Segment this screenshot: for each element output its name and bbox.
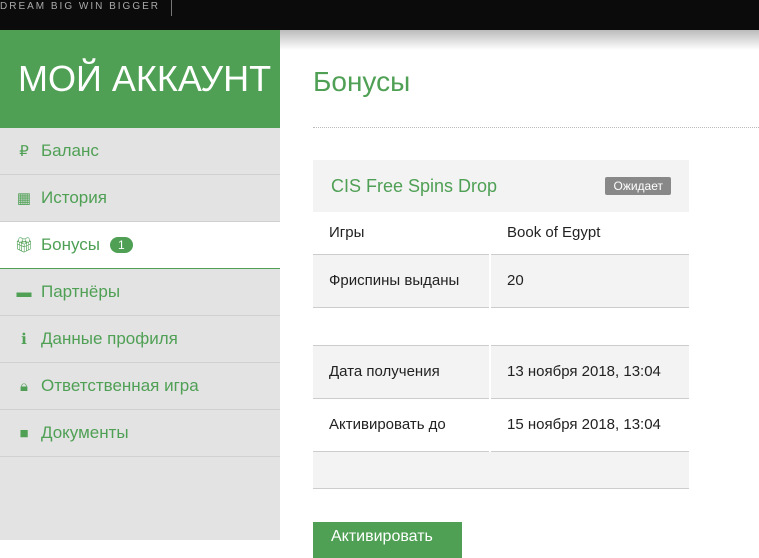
tagline: DREAM BIG WIN BIGGER [0,1,161,12]
row-label: Активировать до [313,398,491,452]
label: Ответственная игра [41,376,199,395]
folder-icon: ■ [19,424,29,442]
info-icon: ℹ [21,331,27,348]
briefcase-icon: ▬ [16,283,32,301]
sidebar: МОЙ АККАУНТ ₽ Баланс ▦ История 🎁︎ Бонусы 1 ▬… [0,30,280,540]
label: Бонусы [41,235,101,254]
divider [313,127,759,128]
sidebar-item-bonuses[interactable]: 🎁︎ Бонусы 1 [0,222,280,269]
sidebar-item-responsible-gaming[interactable]: 🔒︎ Ответственная игра [0,363,280,410]
sidebar-item-documents[interactable]: ■ Документы [0,410,280,457]
sidebar-item-balance[interactable]: ₽ Баланс [0,128,280,175]
row-value: 15 ноября 2018, 13:04 [490,398,689,452]
row-value: 13 ноября 2018, 13:04 [490,345,689,399]
row-value: Book of Egypt [490,212,689,255]
row-value: 20 [490,254,689,308]
row-label: Фриспины выданы [313,254,491,308]
count-badge: 1 [110,237,133,253]
sidebar-item-partners[interactable]: ▬ Партнёры [0,269,280,316]
label: Партнёры [41,282,121,301]
gift-icon: 🎁︎ [14,237,34,254]
label: История [41,188,107,207]
sidebar-title: МОЙ АККАУНТ [0,30,280,128]
bonus-card: CIS Free Spins Drop Ожидает Игры Book of E… [313,160,689,489]
label: Документы [41,423,129,442]
sidebar-item-profile[interactable]: ℹ Данные профиля [0,316,280,363]
row-label: Игры [313,212,491,255]
top-bar: DREAM BIG WIN BIGGER [0,0,759,30]
label: Данные профиля [41,329,178,348]
lock-icon: 🔒︎ [20,377,28,395]
row-label: Дата получения [313,345,491,399]
status-badge: Ожидает [605,177,671,195]
page-title: Бонусы [313,66,411,97]
sidebar-item-history[interactable]: ▦ История [0,175,280,222]
label: Баланс [41,141,99,160]
divider [171,0,172,16]
activate-button[interactable]: Активировать [313,522,462,558]
ruble-icon: ₽ [19,143,29,160]
calendar-icon: ▦ [16,190,32,207]
bonus-name: CIS Free Spins Drop [331,175,498,196]
